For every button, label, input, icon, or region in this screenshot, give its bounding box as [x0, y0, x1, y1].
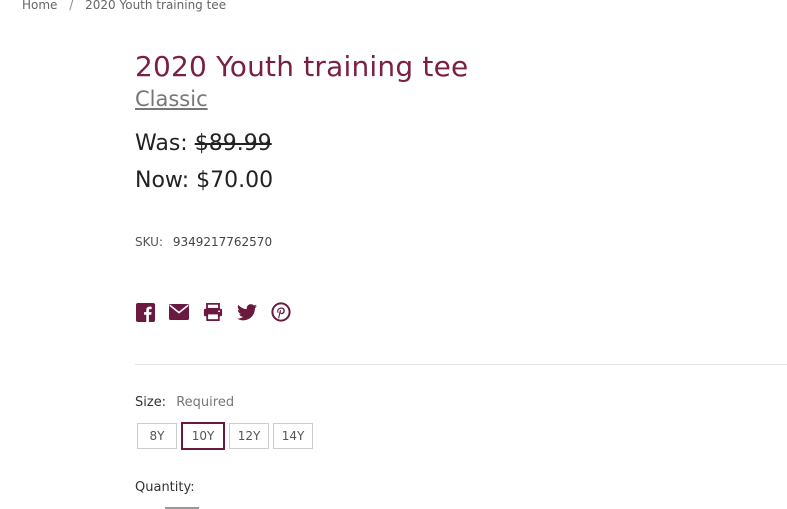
- price-now: Now: $70.00: [135, 167, 273, 195]
- sku-value: 9349217762570: [172, 235, 273, 249]
- size-option-8y[interactable]: 8Y: [137, 423, 177, 449]
- breadcrumb-current: 2020 Youth training tee: [85, 0, 227, 12]
- size-options: 8Y 10Y 12Y 14Y: [137, 422, 313, 450]
- print-icon[interactable]: [203, 302, 223, 322]
- price-was: Was: $89.99: [135, 130, 272, 158]
- pinterest-icon[interactable]: [271, 302, 291, 322]
- sku-row: SKU: 9349217762570: [135, 235, 272, 249]
- product-title: 2020 Youth training tee: [135, 50, 469, 83]
- size-option-12y[interactable]: 12Y: [229, 423, 269, 449]
- section-divider: [135, 364, 787, 365]
- price-now-label: Now:: [135, 168, 190, 193]
- breadcrumb-separator: /: [69, 0, 74, 12]
- twitter-icon[interactable]: [237, 302, 257, 322]
- price-was-label: Was:: [135, 131, 188, 156]
- size-required-label: Required: [176, 395, 235, 410]
- breadcrumb-home-link[interactable]: Home: [22, 0, 57, 12]
- size-label-row: Size: Required: [135, 395, 234, 410]
- facebook-icon[interactable]: [135, 302, 155, 322]
- price-was-value: $89.99: [194, 131, 272, 156]
- quantity-label: Quantity:: [135, 480, 195, 495]
- size-label: Size:: [135, 395, 167, 410]
- brand-link[interactable]: Classic: [135, 85, 208, 113]
- sku-label: SKU:: [135, 235, 163, 249]
- size-option-14y[interactable]: 14Y: [273, 423, 313, 449]
- email-icon[interactable]: [169, 302, 189, 322]
- price-now-value: $70.00: [196, 168, 274, 193]
- breadcrumb: Home / 2020 Youth training tee: [22, 0, 226, 13]
- share-links: [135, 302, 291, 322]
- size-option-10y[interactable]: 10Y: [181, 422, 225, 450]
